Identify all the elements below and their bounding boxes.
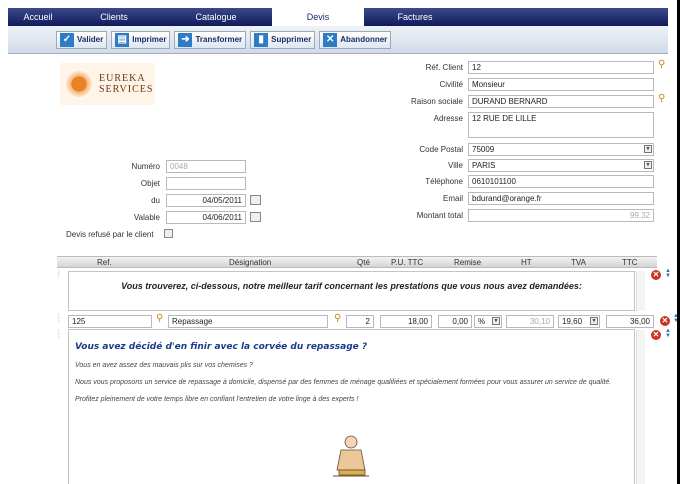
ville-label: Ville xyxy=(448,161,463,170)
line-designation-field[interactable]: Repassage xyxy=(168,315,328,328)
col-remise: Remise xyxy=(454,258,482,267)
logo-sun-icon xyxy=(64,69,94,99)
refuse-label: Devis refusé par le client xyxy=(66,230,154,239)
ville-field[interactable]: PARIS xyxy=(468,159,654,172)
du-date-field[interactable]: 04/05/2011 xyxy=(166,194,246,207)
line-ht-field: 30,10 xyxy=(506,315,554,328)
note-scrollbar[interactable] xyxy=(636,271,645,311)
magnifier-icon[interactable]: ⚲ xyxy=(156,313,163,324)
ironing-illustration xyxy=(333,435,369,477)
raison-sociale-field[interactable]: DURAND BERNARD xyxy=(468,95,654,108)
toolbar: ✓ Valider ▤ Imprimer ➜ Transformer ▮ Supprim… xyxy=(8,26,668,54)
valider-button[interactable]: ✓ Valider xyxy=(56,30,108,49)
chevron-down-icon[interactable]: ▼ xyxy=(644,161,652,169)
delete-icon[interactable]: ✕ xyxy=(651,330,661,340)
telephone-label: Téléphone xyxy=(425,177,463,186)
company-logo: EUREKA SERVICES xyxy=(60,63,155,105)
montant-total-field: 99,32 xyxy=(468,209,654,222)
tab-factures[interactable]: Factures xyxy=(370,8,460,26)
reorder-icon[interactable]: ▲ ▼ xyxy=(665,268,671,279)
intro-note[interactable]: Vous trouverez, ci-dessous, notre meille… xyxy=(68,271,635,311)
email-label: Email xyxy=(442,194,463,203)
arrow-right-icon: ➜ xyxy=(178,32,193,47)
description-paragraph: Nous vous proposons un service de repass… xyxy=(75,379,612,386)
lines-table-header: Ref. Désignation Qté P.U. TTC Remise HT … xyxy=(57,256,657,268)
numero-field[interactable]: 0048 xyxy=(166,160,246,173)
objet-field[interactable] xyxy=(166,177,246,190)
close-icon: ✕ xyxy=(323,32,338,47)
valable-date-field[interactable]: 04/06/2011 xyxy=(166,211,246,224)
raison-sociale-label: Raison sociale xyxy=(410,97,463,106)
du-label: du xyxy=(151,196,160,205)
line-ttc-field[interactable]: 36,00 xyxy=(606,315,654,328)
line-qte-field[interactable]: 2 xyxy=(346,315,374,328)
description-scrollbar[interactable] xyxy=(636,330,645,484)
civilite-label: Civilité xyxy=(439,80,463,89)
drag-handle-icon[interactable]: ⁞ ⁞ xyxy=(58,314,63,324)
imprimer-button[interactable]: ▤ Imprimer xyxy=(111,30,171,49)
email-field[interactable]: bdurand@orange.fr xyxy=(468,192,654,205)
description-note[interactable]: Vous avez décidé d'en finir avec la corv… xyxy=(68,329,635,484)
adresse-field[interactable]: 12 RUE DE LILLE xyxy=(468,112,654,138)
numero-label: Numéro xyxy=(131,162,160,171)
line-remise-field[interactable]: 0,00 xyxy=(438,315,472,328)
transformer-button[interactable]: ➜ Transformer xyxy=(174,30,247,49)
valable-label: Valable xyxy=(133,213,160,222)
drag-handle-icon[interactable]: ⁞ ⁞ xyxy=(58,330,63,340)
refuse-checkbox[interactable] xyxy=(164,229,173,238)
supprimer-button[interactable]: ▮ Supprimer xyxy=(250,30,316,49)
col-pu-ttc: P.U. TTC xyxy=(391,258,424,267)
adresse-label: Adresse xyxy=(433,114,463,123)
drag-handle-icon[interactable]: ⁞ ⁞ xyxy=(58,270,63,280)
magnifier-icon[interactable]: ⚲ xyxy=(658,59,665,70)
printer-icon: ▤ xyxy=(115,32,130,47)
description-title: Vous avez décidé d'en finir avec la corv… xyxy=(75,342,368,352)
line-pu-field[interactable]: 18,00 xyxy=(380,315,432,328)
description-paragraph: Vous en avez assez des mauvais plis sur … xyxy=(75,362,253,369)
tab-catalogue[interactable]: Catalogue xyxy=(170,8,262,26)
ref-client-field[interactable]: 12 xyxy=(468,61,654,74)
line-ref-field[interactable]: 125 xyxy=(68,315,152,328)
chevron-down-icon[interactable]: ▼ xyxy=(492,317,500,325)
calendar-icon[interactable] xyxy=(250,195,261,205)
delete-icon[interactable]: ✕ xyxy=(660,316,670,326)
telephone-field[interactable]: 0610101100 xyxy=(468,175,654,188)
col-ref: Ref. xyxy=(97,258,112,267)
magnifier-icon[interactable]: ⚲ xyxy=(658,93,665,104)
col-qte: Qté xyxy=(357,258,370,267)
chevron-down-icon[interactable]: ▼ xyxy=(644,145,652,153)
col-designation: Désignation xyxy=(229,258,272,267)
trash-icon: ▮ xyxy=(254,32,269,47)
description-paragraph: Profitez pleinement de votre temps libre… xyxy=(75,396,359,403)
montant-total-label: Montant total xyxy=(416,211,463,220)
civilite-field[interactable]: Monsieur xyxy=(468,78,654,91)
reorder-icon[interactable]: ▲ ▼ xyxy=(665,328,671,339)
col-ht: HT xyxy=(521,258,532,267)
magnifier-icon[interactable]: ⚲ xyxy=(334,313,341,324)
tab-clients[interactable]: Clients xyxy=(68,8,160,26)
calendar-icon[interactable] xyxy=(250,212,261,222)
objet-label: Objet xyxy=(140,179,160,188)
ref-client-label: Réf. Client xyxy=(425,63,463,72)
tab-accueil[interactable]: Accueil xyxy=(8,8,68,26)
col-tva: TVA xyxy=(571,258,586,267)
code-postal-label: Code Postal xyxy=(419,145,463,154)
col-ttc: TTC xyxy=(622,258,638,267)
delete-icon[interactable]: ✕ xyxy=(651,270,661,280)
code-postal-field[interactable]: 75009 xyxy=(468,143,654,156)
abandonner-button[interactable]: ✕ Abandonner xyxy=(319,30,392,49)
tab-devis[interactable]: Devis xyxy=(272,8,364,26)
main-nav: Accueil Clients Catalogue Devis Factures xyxy=(8,8,668,26)
chevron-down-icon[interactable]: ▼ xyxy=(590,317,598,325)
check-icon: ✓ xyxy=(60,32,74,47)
